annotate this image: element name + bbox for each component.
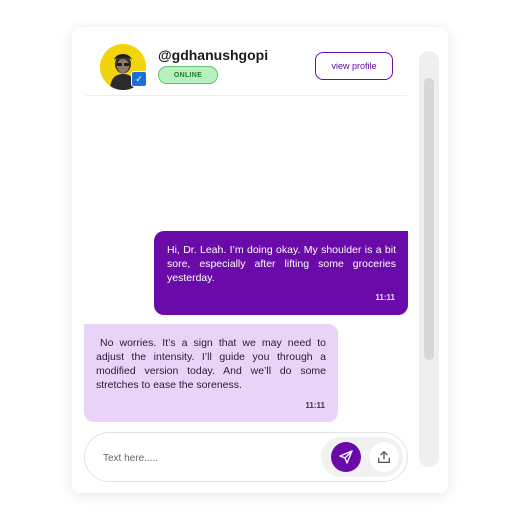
verified-badge-icon: ✓ [131, 71, 147, 87]
message-composer [84, 432, 408, 482]
scrollbar-thumb[interactable] [424, 78, 434, 360]
username: @gdhanushgopi [158, 47, 269, 63]
chat-window: ✓ @gdhanushgopi ONLINE view profile Hi, … [72, 27, 448, 493]
message-text: No worries. It’s a sign that we may need… [96, 337, 326, 391]
upload-button[interactable] [369, 442, 399, 472]
scrollbar[interactable] [419, 51, 439, 467]
message-text: Hi, Dr. Leah. I’m doing okay. My shoulde… [167, 244, 396, 284]
send-button[interactable] [331, 442, 361, 472]
status-badge: ONLINE [158, 66, 218, 84]
send-icon [339, 450, 353, 464]
composer-actions [321, 437, 403, 477]
message-input[interactable] [101, 448, 305, 468]
upload-icon [378, 451, 390, 463]
message-time: 11:11 [375, 293, 395, 302]
message-bubble-outgoing: Hi, Dr. Leah. I’m doing okay. My shoulde… [154, 231, 408, 315]
message-bubble-incoming: No worries. It’s a sign that we may need… [84, 324, 338, 422]
view-profile-button[interactable]: view profile [315, 52, 393, 80]
message-time: 11:11 [305, 401, 325, 410]
chat-header: ✓ @gdhanushgopi ONLINE view profile [86, 39, 407, 96]
